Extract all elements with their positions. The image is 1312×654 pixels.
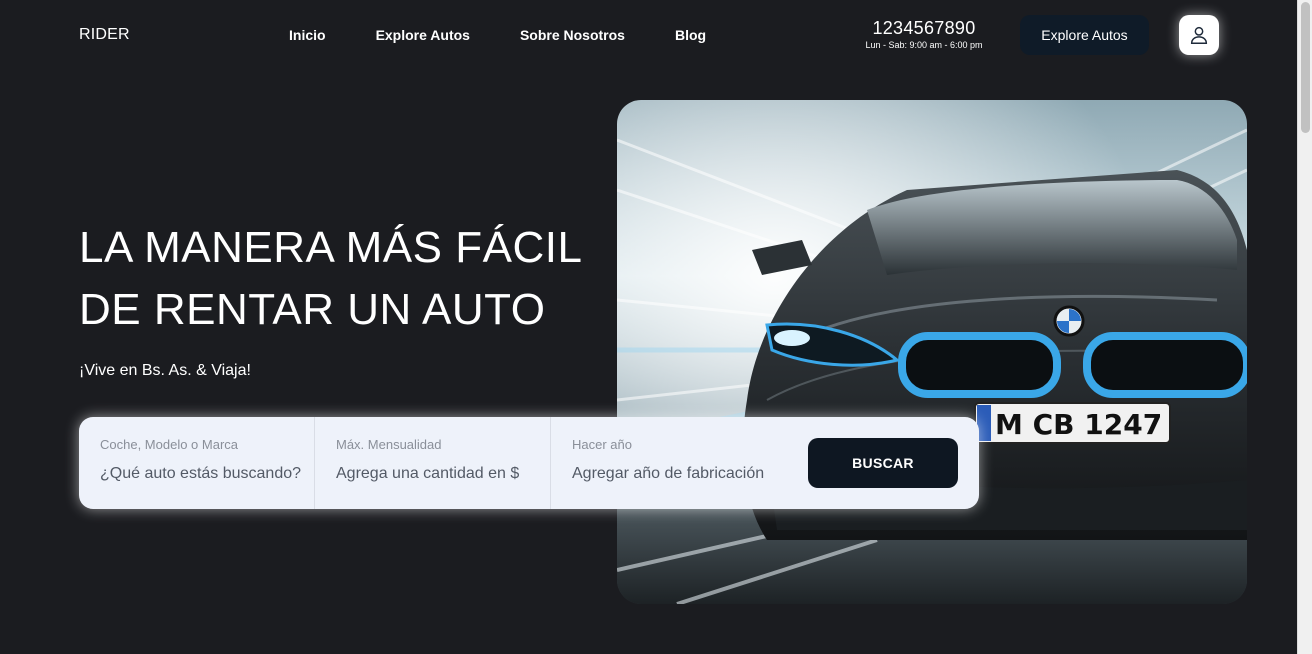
monthly-payment-input[interactable] — [336, 465, 546, 483]
hero-car-image: M CB 1247 — [617, 100, 1247, 604]
business-hours: Lun - Sab: 9:00 am - 6:00 pm — [865, 40, 983, 50]
hero-title-line-2: DE RENTAR UN AUTO — [79, 285, 546, 334]
car-search-bar: Coche, Modelo o Marca Máx. Mensualidad H… — [79, 417, 979, 509]
license-plate-text: M CB 1247 — [995, 408, 1162, 441]
search-field-monthly: Máx. Mensualidad — [315, 417, 551, 509]
nav-link-inicio[interactable]: Inicio — [289, 27, 326, 43]
user-account-button[interactable] — [1179, 15, 1219, 55]
user-icon — [1190, 26, 1208, 44]
phone-number[interactable]: 1234567890 — [858, 18, 990, 38]
nav-link-blog[interactable]: Blog — [675, 27, 706, 43]
hero-title: LA MANERA MÁS FÁCIL DE RENTAR UN AUTO — [79, 217, 619, 341]
hero-subtitle: ¡Vive en Bs. As. & Viaja! — [79, 362, 251, 379]
hero-title-line-1: LA MANERA MÁS FÁCIL — [79, 223, 583, 272]
scrollbar-thumb[interactable] — [1301, 2, 1310, 133]
search-button[interactable]: BUSCAR — [808, 438, 958, 488]
search-field-model: Coche, Modelo o Marca — [79, 417, 315, 509]
search-field-year: Hacer año — [551, 417, 787, 509]
model-input[interactable] — [100, 465, 310, 483]
monthly-field-label: Máx. Mensualidad — [336, 437, 442, 452]
explore-autos-button[interactable]: Explore Autos — [1020, 15, 1149, 55]
page-scrollbar[interactable] — [1297, 0, 1312, 654]
main-nav: Inicio Explore Autos Sobre Nosotros Blog — [289, 27, 756, 43]
year-field-label: Hacer año — [572, 437, 632, 452]
nav-link-explore-autos[interactable]: Explore Autos — [376, 27, 470, 43]
landing-page: RIDER Inicio Explore Autos Sobre Nosotro… — [0, 0, 1312, 654]
year-input[interactable] — [572, 465, 782, 483]
model-field-label: Coche, Modelo o Marca — [100, 437, 239, 452]
car-illustration: M CB 1247 — [617, 100, 1247, 604]
nav-link-sobre-nosotros[interactable]: Sobre Nosotros — [520, 27, 625, 43]
brand-logo[interactable]: RIDER — [79, 26, 130, 44]
contact-phone: 1234567890 Lun - Sab: 9:00 am - 6:00 pm — [858, 18, 990, 51]
